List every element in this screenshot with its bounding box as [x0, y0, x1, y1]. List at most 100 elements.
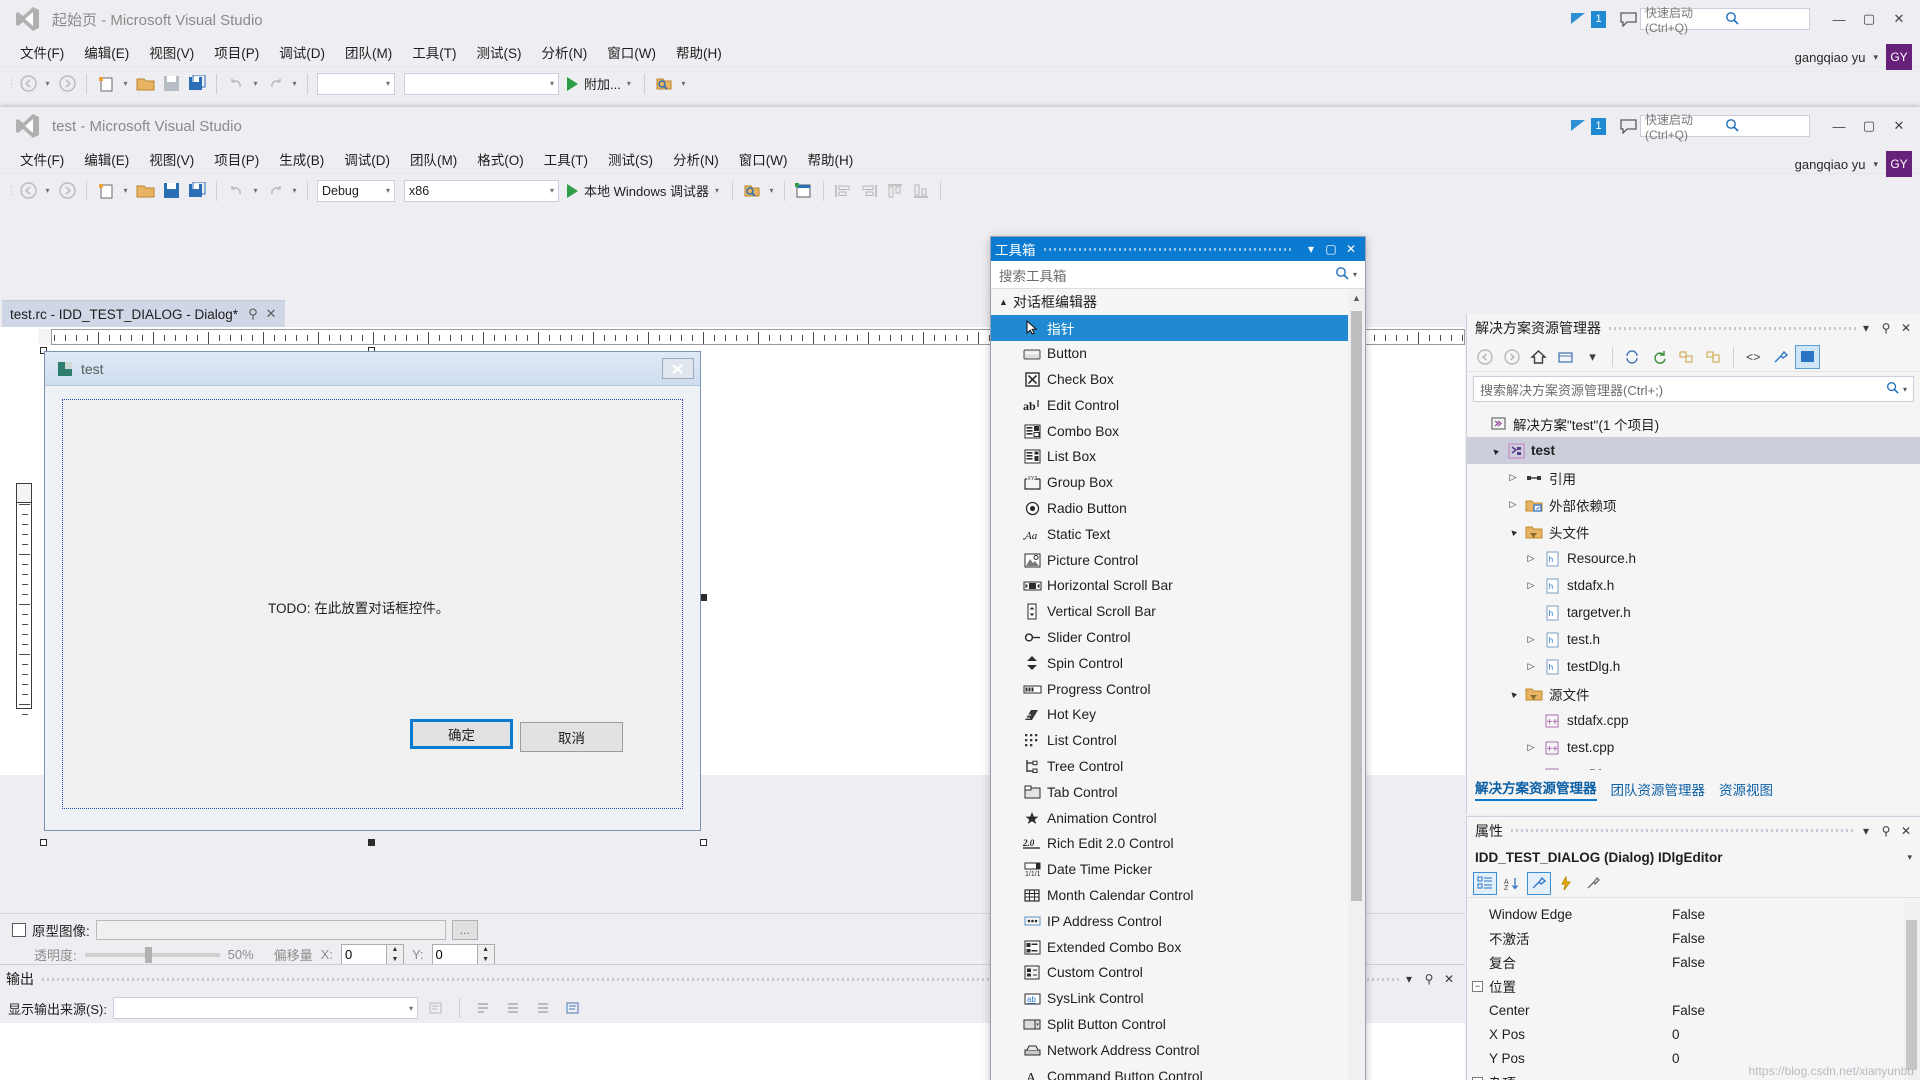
undo-dropdown-icon[interactable]: ▾ — [250, 179, 261, 203]
view-designer-icon[interactable] — [1795, 344, 1820, 369]
properties-row-4[interactable]: Center False — [1467, 998, 1920, 1022]
slider-knob[interactable] — [144, 946, 152, 963]
toolbox-group-dialog-editor[interactable]: ▲ 对话框编辑器 — [991, 289, 1365, 315]
close-icon[interactable]: ✕ — [1439, 969, 1459, 989]
new-project-icon[interactable] — [94, 179, 118, 203]
preview-dialog-close-icon[interactable] — [662, 358, 694, 379]
back-menu-3[interactable]: 项目(P) — [204, 39, 269, 65]
tree-item-12[interactable]: ▷ + + test.cpp — [1467, 734, 1920, 761]
sync-with-editor-icon[interactable] — [1620, 345, 1645, 369]
toolbox-item-4[interactable]: Combo Box — [991, 418, 1365, 444]
tree-item-9[interactable]: ▷ h testDlg.h — [1467, 653, 1920, 680]
close-icon[interactable]: ✕ — [266, 306, 277, 322]
prototype-image-browse-button[interactable]: ... — [451, 920, 478, 940]
notification-indicator[interactable]: 1 — [1568, 10, 1606, 28]
tree-item-7[interactable]: h targetver.h — [1467, 599, 1920, 626]
save-all-icon[interactable] — [185, 72, 209, 96]
toolbox-item-2[interactable]: Check Box — [991, 367, 1365, 393]
pin-icon[interactable]: ⚲ — [1876, 821, 1896, 841]
close-icon[interactable]: ✕ — [1896, 821, 1916, 841]
property-value[interactable]: 0 — [1672, 1027, 1920, 1042]
front-menu-4[interactable]: 生成(B) — [269, 146, 334, 172]
resize-handle-mr[interactable] — [700, 594, 707, 601]
cancel-button[interactable]: 取消 — [520, 722, 623, 752]
front-menu-2[interactable]: 视图(V) — [139, 146, 204, 172]
tree-item-8[interactable]: ▷ h test.h — [1467, 626, 1920, 653]
feedback-icon[interactable] — [1616, 7, 1640, 31]
resize-handle-bc[interactable] — [368, 839, 375, 846]
solution-explorer-tab-0[interactable]: 解决方案资源管理器 — [1475, 777, 1597, 801]
category-collapse-icon[interactable]: − — [1472, 1076, 1483, 1080]
toolbox-item-27[interactable]: Split Button Control — [991, 1012, 1365, 1038]
properties-category-3[interactable]: − 位置 — [1467, 974, 1920, 998]
toolbox-item-3[interactable]: ab Edit Control — [991, 392, 1365, 418]
attach-button[interactable]: 附加... ▾ — [561, 74, 637, 93]
chevron-down-icon[interactable]: ▾ — [1353, 270, 1357, 279]
back-menu-1[interactable]: 编辑(E) — [74, 39, 139, 65]
home-dropdown-icon[interactable]: ▾ — [1580, 345, 1605, 369]
front-menu-1[interactable]: 编辑(E) — [74, 146, 139, 172]
tree-item-3[interactable]: ▷ 外部依赖项 — [1467, 491, 1920, 518]
property-value[interactable]: False — [1672, 931, 1920, 946]
offset-y-stepper[interactable]: ▲▼ — [431, 944, 495, 965]
toolbox-item-25[interactable]: Custom Control — [991, 960, 1365, 986]
panel-dropdown-icon[interactable]: ▾ — [1856, 821, 1876, 841]
toolbox-item-26[interactable]: ab SysLink Control — [991, 986, 1365, 1012]
toolbox-item-9[interactable]: Picture Control — [991, 547, 1365, 573]
toolbox-item-14[interactable]: Progress Control — [991, 676, 1365, 702]
navigate-forward-icon[interactable] — [1499, 345, 1524, 369]
front-menu-12[interactable]: 帮助(H) — [797, 146, 863, 172]
properties-icon[interactable] — [1768, 345, 1793, 369]
document-tab[interactable]: test.rc - IDD_TEST_DIALOG - Dialog* ⚲ ✕ — [2, 300, 285, 327]
spin-down-icon[interactable]: ▼ — [478, 955, 494, 965]
back-account-area[interactable]: gangqiao yu ▾ GY — [1795, 44, 1912, 70]
redo-icon[interactable] — [263, 179, 287, 203]
expander-collapsed-icon[interactable]: ▷ — [1521, 661, 1541, 672]
properties-row-1[interactable]: 不激活 False — [1467, 926, 1920, 950]
toolbox-item-1[interactable]: Button — [991, 341, 1365, 367]
toolbox-search[interactable]: 搜索工具箱 ▾ — [991, 261, 1365, 289]
toolbox-item-10[interactable]: Horizontal Scroll Bar — [991, 573, 1365, 599]
front-account-area[interactable]: gangqiao yu ▾ GY — [1795, 151, 1912, 177]
save-all-icon[interactable] — [185, 179, 209, 203]
redo-dropdown-icon[interactable]: ▾ — [289, 179, 300, 203]
toolbox-item-21[interactable]: 1/1/1 Date Time Picker — [991, 857, 1365, 883]
tree-item-4[interactable]: ▲ 头文件 — [1467, 518, 1920, 545]
pin-icon[interactable]: ⚲ — [1876, 318, 1896, 338]
properties-row-5[interactable]: X Pos 0 — [1467, 1022, 1920, 1046]
feedback-icon[interactable] — [1616, 114, 1640, 138]
events-view-icon[interactable] — [1554, 872, 1578, 895]
spin-up-icon[interactable]: ▲ — [387, 945, 403, 955]
toolbox-drag-grip[interactable] — [1043, 245, 1293, 253]
expander-expanded-icon[interactable]: ▲ — [1502, 521, 1523, 542]
alphabetical-sort-icon[interactable]: AZ — [1500, 872, 1524, 895]
back-menu-5[interactable]: 团队(M) — [335, 39, 402, 65]
back-menu-8[interactable]: 分析(N) — [532, 39, 598, 65]
scroll-up-icon[interactable]: ▲ — [1348, 289, 1365, 307]
solution-platform-combo[interactable]: x86 ▾ — [404, 179, 559, 202]
ok-button[interactable]: 确定 — [410, 719, 513, 749]
pending-changes-icon[interactable] — [1553, 345, 1578, 369]
front-menu-7[interactable]: 格式(O) — [467, 146, 534, 172]
solution-explorer-tab-2[interactable]: 资源视图 — [1719, 779, 1773, 799]
open-file-icon[interactable] — [133, 179, 157, 203]
prototype-image-path-input[interactable] — [95, 920, 446, 940]
pin-icon[interactable]: ⚲ — [1419, 969, 1439, 989]
expander-collapsed-icon[interactable]: ▷ — [1521, 769, 1541, 770]
toolbox-item-23[interactable]: IP Address Control — [991, 908, 1365, 934]
align-bottom-icon[interactable] — [909, 179, 933, 203]
collapse-all-icon[interactable] — [1674, 345, 1699, 369]
solution-explorer-search[interactable]: 搜索解决方案资源管理器(Ctrl+;) ▾ — [1473, 376, 1914, 402]
chevron-down-icon[interactable]: ▾ — [1907, 852, 1912, 863]
tree-item-13[interactable]: ▷++ testDlg.cpp — [1467, 761, 1920, 770]
expander-collapsed-icon[interactable]: ▷ — [1521, 580, 1541, 591]
tree-item-1[interactable]: ▲ test — [1467, 437, 1920, 464]
toolbox-item-28[interactable]: Network Address Control — [991, 1037, 1365, 1063]
toolbox-item-17[interactable]: Tree Control — [991, 754, 1365, 780]
properties-view-icon[interactable] — [1527, 872, 1551, 895]
front-menu-0[interactable]: 文件(F) — [10, 146, 74, 172]
close-button[interactable]: ✕ — [1884, 113, 1914, 139]
back-dropdown-icon[interactable]: ▾ — [42, 72, 53, 96]
toolbox-maximize-icon[interactable]: ▢ — [1321, 239, 1341, 259]
scrollbar-thumb[interactable] — [1906, 920, 1917, 1070]
